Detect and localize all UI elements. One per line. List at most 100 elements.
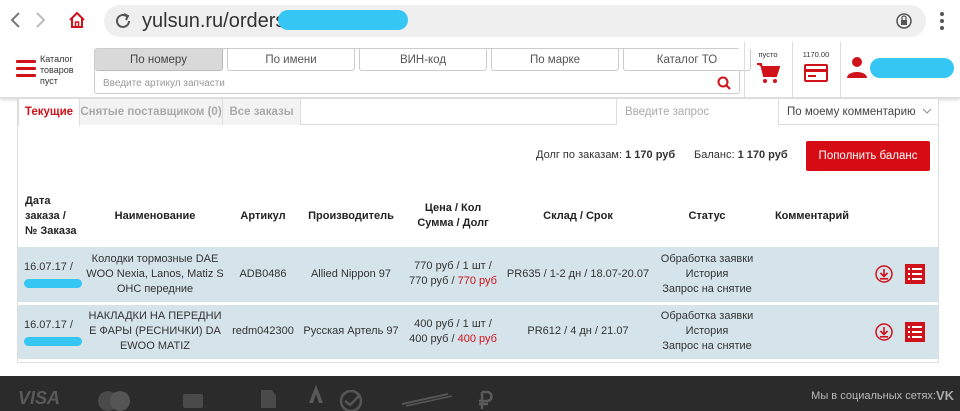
user-menu[interactable]	[846, 56, 956, 84]
row-actions	[862, 303, 938, 359]
mastercard-icon	[98, 391, 130, 411]
item-price: 770 руб / 1 шт / 770 руб / 770 руб	[402, 247, 504, 305]
history-link[interactable]: История	[686, 325, 729, 337]
removal-request-link[interactable]: Запрос на снятие	[662, 340, 752, 352]
hamburger-icon	[16, 60, 36, 78]
redacted-username	[870, 58, 954, 78]
query-input[interactable]	[616, 99, 778, 125]
site-header: Каталог товаров пуст По номеру По имени …	[0, 42, 960, 98]
item-article: redm042300	[226, 303, 300, 359]
tab-all-orders[interactable]: Все заказы	[223, 99, 301, 125]
user-icon	[847, 57, 867, 78]
item-price: 400 руб / 1 шт / 400 руб / 400 руб	[402, 303, 504, 359]
sberbank-icon	[339, 390, 363, 411]
status-processing: Обработка заявки	[660, 252, 754, 265]
payment-icon	[261, 390, 276, 408]
home-icon[interactable]	[64, 7, 90, 33]
removal-request-link[interactable]: Запрос на снятие	[662, 283, 752, 295]
order-date-cell: 16.07.17 /	[18, 303, 84, 359]
vk-icon[interactable]: VK	[936, 388, 954, 403]
social-label: Мы в социальных сетях:	[811, 390, 936, 402]
topup-balance-button[interactable]: Пополнить баланс	[806, 141, 930, 171]
debt-value: 1 170 руб	[625, 149, 676, 161]
lock-icon[interactable]	[896, 12, 912, 30]
debt-summary: Долг по заказам: 1 170 руб	[536, 149, 675, 161]
order-tabs: Текущие Снятые поставщиком (0) Все заказ…	[18, 99, 938, 126]
item-comment	[762, 247, 862, 305]
history-link[interactable]: История	[686, 268, 729, 280]
tab-removed-by-supplier[interactable]: Снятые поставщиком (0)	[80, 99, 223, 125]
divider	[792, 42, 793, 98]
divider	[744, 42, 745, 98]
sort-value: По моему комментарию	[787, 106, 916, 118]
debt: 770 руб	[457, 275, 497, 288]
wallet-icon	[183, 394, 203, 408]
alfa-logo-icon	[309, 385, 323, 403]
debt-label: Долг по заказам:	[536, 149, 623, 161]
details-list-icon[interactable]	[904, 264, 925, 285]
sum: 400 руб /	[409, 332, 455, 345]
download-icon[interactable]	[875, 323, 894, 341]
balance-summary: Баланс: 1 170 руб	[694, 149, 788, 161]
header-comment: Комментарий	[774, 209, 850, 222]
table-header-row: Дата заказа / № Заказа Наименование Арти…	[18, 185, 938, 247]
orders-panel: Текущие Снятые поставщиком (0) Все заказ…	[17, 98, 939, 363]
search-tab-catalog-to[interactable]: Каталог ТО	[623, 49, 751, 71]
header-price-line2: Сумма / Долг	[417, 217, 489, 229]
item-article: ADB0486	[226, 247, 300, 305]
card-icon	[804, 64, 828, 82]
header-status: Статус	[688, 209, 726, 222]
cart-label: пусто	[758, 50, 778, 59]
balance-summary-label: Баланс:	[694, 149, 735, 161]
search-tab-by-brand[interactable]: По марке	[491, 49, 619, 71]
footer: VISA Мы в социальных сетях: VK	[0, 376, 960, 411]
address-bar[interactable]: yulsun.ru/orders/	[104, 5, 926, 37]
download-icon[interactable]	[875, 265, 894, 283]
cart-button[interactable]: пусто	[748, 48, 788, 92]
header-name: Наименование	[114, 209, 196, 222]
sort-select[interactable]: По моему комментарию	[778, 99, 938, 125]
chevron-down-icon	[922, 108, 932, 114]
table-row: 16.07.17 / НАКЛАДКИ НА ПЕРЕДНИ Е ФАРЫ (Р…	[18, 303, 938, 359]
catalog-label: Каталог товаров пуст	[40, 54, 74, 86]
header-date: Дата заказа / № Заказа	[25, 194, 77, 237]
item-stock: PR612 / 4 дн / 21.07	[504, 303, 652, 359]
item-maker: Русская Артель 97	[300, 303, 402, 359]
balance-summary-value: 1 170 руб	[737, 149, 788, 161]
search-icon[interactable]	[717, 76, 731, 90]
summary-row: Долг по заказам: 1 170 руб Баланс: 1 170…	[18, 139, 938, 171]
search-tab-vin[interactable]: ВИН-код	[359, 49, 487, 71]
cart-icon	[757, 63, 780, 83]
order-date-cell: 16.07.17 /	[18, 247, 84, 305]
divider	[840, 42, 841, 98]
header-actions	[862, 185, 938, 247]
forward-icon[interactable]	[28, 7, 54, 33]
search-tab-by-number[interactable]: По номеру	[95, 49, 223, 71]
header-price: Цена / Кол Сумма / Долг	[402, 185, 504, 247]
row-actions	[862, 247, 938, 305]
order-date: 16.07.17 /	[24, 261, 73, 274]
search-input[interactable]	[95, 73, 739, 93]
item-name: Колодки тормозные DAE WOO Nexia, Lanos, …	[84, 247, 226, 305]
details-list-icon[interactable]	[904, 321, 925, 342]
tab-current[interactable]: Текущие	[18, 99, 80, 126]
header-maker: Производитель	[308, 209, 394, 222]
redacted-order-number	[24, 336, 82, 346]
catalog-button[interactable]: Каталог товаров пуст	[16, 50, 88, 92]
sum: 770 руб /	[409, 275, 455, 288]
back-icon[interactable]	[2, 7, 28, 33]
reload-icon[interactable]	[112, 10, 134, 32]
item-stock: PR635 / 1-2 дн / 18.07-20.07	[504, 247, 652, 305]
url-text: yulsun.ru/orders/	[142, 10, 291, 32]
balance-button[interactable]: 1170.00	[796, 48, 836, 92]
price-qty: 400 руб / 1 шт /	[414, 317, 492, 330]
browser-toolbar: yulsun.ru/orders/	[0, 0, 960, 42]
search-tab-by-name[interactable]: По имени	[227, 49, 355, 71]
header-price-line1: Цена / Кол	[424, 202, 482, 214]
balance-amount: 1170.00	[802, 50, 830, 59]
header-article: Артикул	[240, 209, 286, 222]
menu-dots-icon[interactable]	[938, 10, 946, 32]
item-comment	[762, 303, 862, 359]
orders-table: Дата заказа / № Заказа Наименование Арти…	[18, 185, 938, 359]
table-row: 16.07.17 / Колодки тормозные DAE WOO Nex…	[18, 247, 938, 305]
